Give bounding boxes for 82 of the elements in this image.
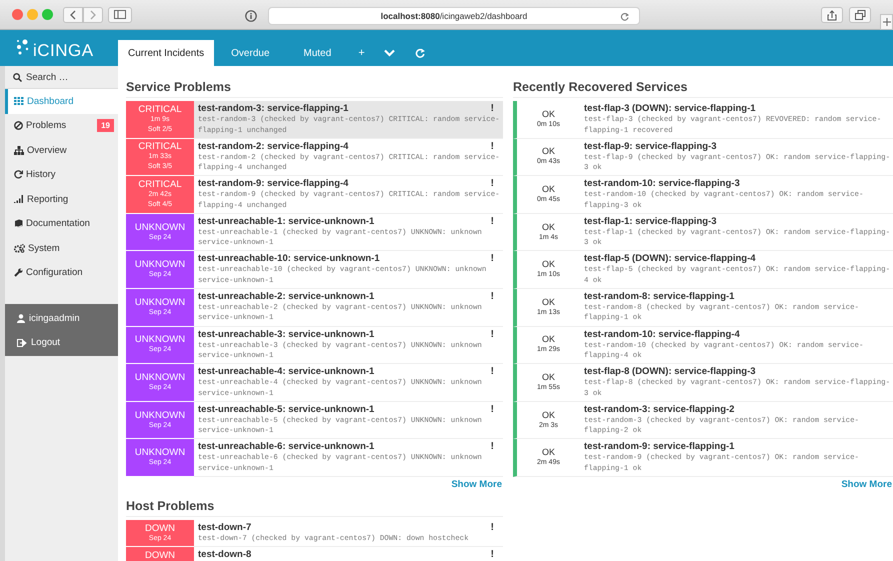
grid-icon: [14, 97, 24, 106]
problem-title[interactable]: test-unreachable-2: service-unknown-1: [198, 290, 374, 303]
tabs-icon: [854, 10, 866, 20]
problem-title[interactable]: test-random-3: service-flapping-1: [198, 103, 348, 115]
problem-title[interactable]: test-unreachable-4: service-unknown-1: [198, 366, 374, 378]
add-tab-button[interactable]: +: [348, 40, 374, 66]
unhandled-mark: !: [490, 366, 494, 378]
nav-item[interactable]: Reporting: [5, 187, 118, 212]
nav-item[interactable]: Dashboard: [5, 89, 118, 114]
unhandled-mark: !: [490, 441, 494, 452]
tabs-button[interactable]: [849, 7, 871, 23]
problem-title[interactable]: test-unreachable-6: service-unknown-1: [198, 441, 374, 454]
service-title[interactable]: test-random-3: service-flapping-2: [584, 404, 734, 416]
history-icon: [14, 170, 23, 180]
close-window-icon[interactable]: [12, 9, 23, 20]
bar-chart-icon: [14, 195, 24, 204]
logo: iCINGA: [33, 41, 94, 61]
nav-item[interactable]: Configuration: [5, 260, 118, 285]
dashboard-tab[interactable]: Current Incidents: [118, 40, 214, 66]
show-more-link[interactable]: Show More: [451, 478, 502, 491]
problem-title[interactable]: test-random-2: service-flapping-4: [198, 140, 348, 153]
nav-item[interactable]: Overview: [5, 138, 118, 162]
show-more-link[interactable]: Show More: [841, 478, 892, 491]
problem-title[interactable]: test-unreachable-10: service-unknown-1: [198, 253, 380, 266]
service-title[interactable]: test-random-10: service-flapping-4: [584, 328, 740, 341]
problem-title[interactable]: test-unreachable-3: service-unknown-1: [198, 328, 374, 341]
nav-item[interactable]: History: [5, 162, 118, 187]
service-title[interactable]: test-random-9: service-flapping-1: [584, 441, 734, 454]
user-icon: [17, 314, 25, 323]
state-badge: DOWN: [126, 546, 194, 561]
dashboard-tab[interactable]: Muted: [286, 40, 348, 66]
prohibited-icon: [14, 121, 23, 130]
service-title[interactable]: test-flap-3 (DOWN): service-flapping-1: [584, 103, 756, 115]
problem-title[interactable]: test-random-9: service-flapping-4: [198, 178, 348, 190]
problem-title[interactable]: test-unreachable-5: service-unknown-1: [198, 404, 374, 416]
address-field[interactable]: localhost:8080/icingaweb2/dashboard: [268, 7, 640, 25]
unhandled-mark: !: [490, 404, 494, 415]
wrench-icon: [14, 268, 23, 278]
info-icon[interactable]: [245, 10, 257, 22]
sidebar-button[interactable]: [108, 6, 132, 22]
unhandled-mark: !: [490, 290, 494, 302]
section-heading: Host Problems: [126, 498, 503, 517]
share-icon: [827, 10, 837, 20]
dashboard-tab[interactable]: Overdue: [214, 40, 287, 66]
service-title[interactable]: test-flap-9: service-flapping-3: [584, 140, 716, 153]
unhandled-mark: !: [490, 103, 494, 114]
unhandled-mark: !: [490, 216, 494, 227]
service-title[interactable]: test-flap-5 (DOWN): service-flapping-4: [584, 253, 756, 266]
plus-icon: [882, 18, 890, 26]
chevron-right-icon: [89, 10, 97, 20]
service-title[interactable]: test-flap-1: service-flapping-3: [584, 216, 716, 228]
unhandled-mark: !: [490, 140, 494, 152]
problem-title[interactable]: test-down-7: [198, 522, 252, 534]
chevron-left-icon: [69, 10, 77, 20]
logout-icon: [17, 338, 27, 347]
service-title[interactable]: test-random-8: service-flapping-1: [584, 290, 734, 303]
unhandled-mark: !: [490, 548, 494, 560]
new-tab-button[interactable]: [880, 14, 893, 30]
refresh-icon: [414, 48, 425, 58]
user-menu-item[interactable]: icingaadmin: [5, 306, 118, 330]
section-heading: Service Problems: [126, 80, 503, 98]
share-button[interactable]: [821, 7, 843, 23]
count-badge: 19: [97, 119, 114, 132]
unhandled-mark: !: [490, 178, 494, 190]
problem-title[interactable]: test-unreachable-1: service-unknown-1: [198, 216, 374, 228]
unhandled-mark: !: [490, 328, 494, 340]
chevron-down-icon: [384, 49, 395, 57]
service-title[interactable]: test-flap-8 (DOWN): service-flapping-3: [584, 366, 756, 378]
user-menu-item[interactable]: Logout: [5, 330, 118, 355]
problem-title[interactable]: test-down-8: [198, 548, 252, 561]
section-heading: Recently Recovered Services: [513, 80, 893, 98]
back-button[interactable]: [63, 6, 83, 22]
sidebar-icon: [114, 10, 126, 19]
search-icon: [13, 72, 22, 82]
unhandled-mark: !: [490, 253, 494, 264]
nav-item[interactable]: Documentation: [5, 212, 118, 236]
nav-item[interactable]: Problems 19: [5, 114, 118, 138]
unhandled-mark: !: [490, 522, 494, 533]
nav-item[interactable]: System: [5, 236, 118, 260]
reload-icon[interactable]: [620, 12, 629, 21]
service-title[interactable]: test-random-10: service-flapping-3: [584, 178, 740, 190]
sitemap-icon: [14, 146, 24, 155]
